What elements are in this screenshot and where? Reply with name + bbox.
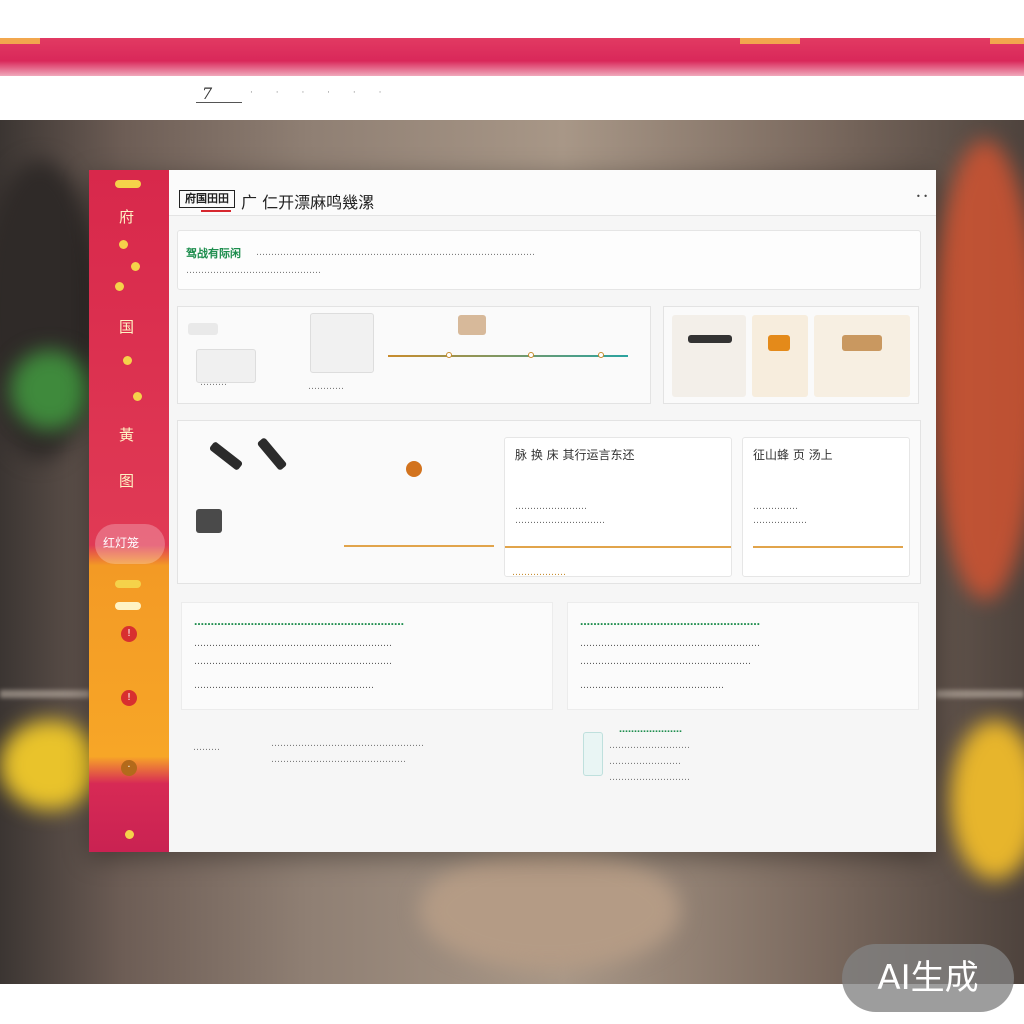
pen-icon xyxy=(256,436,288,472)
sidebar-pill[interactable] xyxy=(115,602,141,610)
bg-red-fabric xyxy=(930,140,1024,600)
block-text: ………………………………………………………… xyxy=(194,657,392,667)
leather-icon xyxy=(842,335,882,351)
status-icon[interactable]: · xyxy=(121,760,137,776)
detail-card-b[interactable]: 征山蜂 页 汤上 …………… ……………… xyxy=(742,437,910,577)
sidebar: 府 国 黃 图 红灯笼 ! ! · xyxy=(89,170,169,852)
ai-generated-watermark: AI生成 xyxy=(842,944,1014,1012)
app-title: 广 仁开漂麻鸣幾漯 xyxy=(241,193,375,212)
top-band xyxy=(0,0,1024,38)
dot-icon xyxy=(125,830,134,839)
card-text: …………… xyxy=(753,502,798,512)
card-title: 脉 换 床 其行运言东还 xyxy=(515,448,635,462)
workflow-caption: ………… xyxy=(308,382,344,392)
alert-icon[interactable]: ! xyxy=(121,626,137,642)
title-bar: 府国田田 广 仁开漂麻鸣幾漯 • • xyxy=(169,170,936,216)
block-text: ………………………………………………………… xyxy=(194,639,392,649)
bg-green-object xyxy=(10,350,90,430)
app-window: 府 国 黃 图 红灯笼 ! ! · 府国田田 广 仁开漂麻鸣幾漯 • • 驾战有… xyxy=(89,170,936,852)
bg-box xyxy=(420,850,680,970)
address-underline xyxy=(196,102,242,103)
sidebar-glyph[interactable]: 黃 xyxy=(119,424,134,445)
progress-line xyxy=(344,545,494,547)
bg-shelf xyxy=(936,690,1024,698)
bg-yellow-object xyxy=(0,720,100,810)
app-logo[interactable]: 府国田田 xyxy=(179,190,235,208)
bg-orange-object xyxy=(950,720,1024,880)
detail-card-a[interactable]: 脉 换 床 其行运言东还 …………………… ………………………… xyxy=(504,437,732,577)
product-thumb-icon[interactable] xyxy=(814,315,910,397)
dot-icon xyxy=(133,392,142,401)
bag-icon xyxy=(406,461,422,477)
card-text: ………………………… xyxy=(515,516,605,526)
address-bar[interactable] xyxy=(0,76,1024,120)
box-icon xyxy=(768,335,790,351)
tab-stripe xyxy=(0,38,40,44)
logo-underline xyxy=(201,210,231,212)
pen-icon xyxy=(208,440,244,472)
sidebar-pill[interactable] xyxy=(115,180,141,188)
card-text: ……………… xyxy=(753,516,807,526)
bg-shelf xyxy=(0,690,90,698)
footer-label: ……… xyxy=(193,743,220,753)
dot-icon xyxy=(115,282,124,291)
timeline-node[interactable] xyxy=(446,352,452,358)
workflow-panel: ……… ………… xyxy=(177,306,651,404)
text-block-left: ……………………………………………………… ………………………………………………… xyxy=(181,602,553,710)
case-icon xyxy=(196,509,222,533)
intro-heading: 驾战有际闲 xyxy=(186,247,241,260)
sidebar-badge[interactable]: 红灯笼 xyxy=(95,524,165,564)
footer-text: …………………………………………… xyxy=(271,739,424,749)
browser-tab-bar xyxy=(0,38,1024,76)
block-text: ………………………………………… xyxy=(580,681,724,691)
list-item[interactable]: ……………………… xyxy=(609,738,690,754)
footer-text: ……………………………………… xyxy=(271,755,406,765)
list-item[interactable]: …………………… xyxy=(609,754,681,770)
progress-line xyxy=(753,546,903,548)
thumb-icon xyxy=(188,323,218,335)
dot-icon xyxy=(119,240,128,249)
card-text: …………………… xyxy=(515,502,587,512)
sidebar-glyph[interactable]: 图 xyxy=(119,470,134,491)
document-icon xyxy=(310,313,374,373)
block-heading: ……………………………………………… xyxy=(580,617,760,628)
product-thumb-icon[interactable] xyxy=(672,315,746,397)
tab-stripe xyxy=(740,38,800,44)
sidebar-pill[interactable] xyxy=(115,580,141,588)
address-number: 7 xyxy=(202,84,213,103)
progress-line xyxy=(388,355,628,357)
bookmark-icon xyxy=(583,732,603,776)
detail-panel: 脉 换 床 其行运言东还 …………………… ………………………… 征山蜂 页 汤… xyxy=(177,420,921,584)
block-text: ………………………………………………… xyxy=(580,657,751,667)
timeline-node[interactable] xyxy=(528,352,534,358)
block-text: …………………………………………………… xyxy=(194,681,374,691)
dot-icon xyxy=(131,262,140,271)
product-icon xyxy=(458,315,486,335)
card-title: 征山蜂 页 汤上 xyxy=(753,448,833,462)
dot-icon xyxy=(123,356,132,365)
sidebar-glyph[interactable]: 府 xyxy=(119,206,134,227)
text-block-right: ……………………………………………… …………………………………………………… … xyxy=(567,602,919,710)
workflow-caption: ……… xyxy=(200,378,227,388)
tab-stripe xyxy=(990,38,1024,44)
intro-card: 驾战有际闲 ………………………………………………………………………………… ……… xyxy=(177,230,921,290)
progress-line xyxy=(505,546,731,548)
intro-text: ……………………………………… xyxy=(186,266,321,276)
address-items: · · · · · · xyxy=(250,88,392,98)
intro-text: ………………………………………………………………………………… xyxy=(256,248,535,258)
list-item[interactable]: ……………………… xyxy=(609,770,690,786)
product-thumb-icon[interactable] xyxy=(752,315,808,397)
sidebar-glyph[interactable]: 国 xyxy=(119,316,134,337)
block-text: …………………………………………………… xyxy=(580,639,760,649)
block-heading: ……………………………………………………… xyxy=(194,617,404,628)
timeline-node[interactable] xyxy=(598,352,604,358)
window-controls[interactable]: • • xyxy=(916,192,928,201)
detail-footer: ……………… xyxy=(512,568,566,578)
list-title: ………………… xyxy=(619,725,682,735)
product-gallery xyxy=(663,306,919,404)
tool-icon xyxy=(688,335,732,343)
alert-icon[interactable]: ! xyxy=(121,690,137,706)
